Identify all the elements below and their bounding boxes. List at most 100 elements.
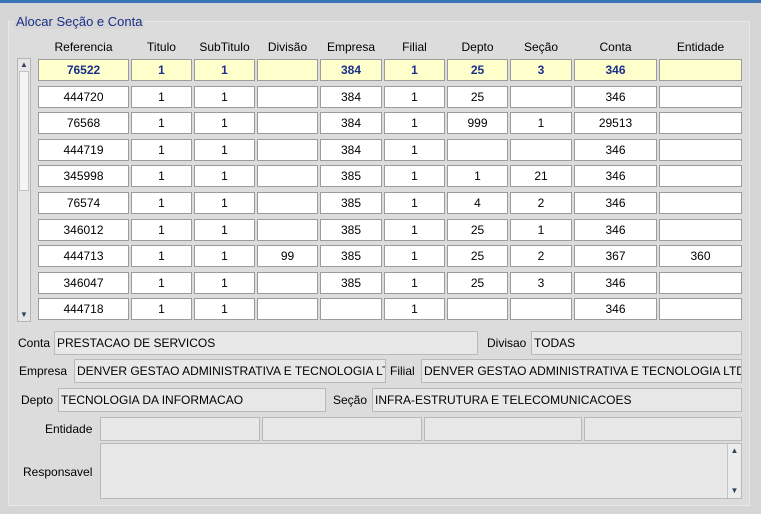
table-cell[interactable]: 1 — [194, 165, 255, 187]
secao-field[interactable]: INFRA-ESTRUTURA E TELECOMUNICACOES — [372, 388, 742, 412]
table-cell[interactable]: 25 — [447, 272, 508, 294]
table-cell[interactable]: 385 — [320, 245, 382, 267]
table-cell[interactable]: 385 — [320, 272, 382, 294]
table-cell[interactable]: 99 — [257, 245, 318, 267]
table-cell[interactable] — [257, 165, 318, 187]
scroll-up-icon[interactable]: ▲ — [18, 59, 30, 71]
table-cell[interactable]: 1 — [131, 192, 192, 214]
table-cell[interactable] — [659, 272, 742, 294]
table-cell[interactable]: 3 — [510, 272, 572, 294]
table-cell[interactable] — [510, 139, 572, 161]
table-cell[interactable]: 1 — [131, 245, 192, 267]
table-cell[interactable]: 346012 — [38, 219, 129, 241]
table-cell[interactable] — [510, 86, 572, 108]
table-cell[interactable]: 360 — [659, 245, 742, 267]
table-cell[interactable]: 1 — [194, 112, 255, 134]
table-cell[interactable] — [659, 139, 742, 161]
divisao-field[interactable]: TODAS — [531, 331, 742, 355]
scroll-down-icon[interactable]: ▼ — [728, 485, 741, 497]
table-cell[interactable] — [257, 139, 318, 161]
table-cell[interactable] — [257, 192, 318, 214]
table-cell[interactable]: 1 — [510, 112, 572, 134]
table-cell[interactable]: 346 — [574, 139, 657, 161]
table-cell[interactable]: 1 — [194, 219, 255, 241]
table-cell[interactable]: 1 — [131, 112, 192, 134]
table-cell[interactable]: 3 — [510, 59, 572, 81]
table-cell[interactable]: 385 — [320, 219, 382, 241]
table-cell[interactable]: 384 — [320, 59, 382, 81]
table-cell[interactable] — [659, 165, 742, 187]
table-cell[interactable]: 385 — [320, 192, 382, 214]
table-cell[interactable] — [257, 219, 318, 241]
table-cell[interactable]: 367 — [574, 245, 657, 267]
responsavel-textarea[interactable]: ▲ ▼ — [100, 443, 742, 499]
table-cell[interactable]: 1 — [131, 165, 192, 187]
table-cell[interactable]: 346 — [574, 59, 657, 81]
table-cell[interactable]: 1 — [384, 298, 445, 320]
table-cell[interactable]: 346047 — [38, 272, 129, 294]
table-cell[interactable]: 29513 — [574, 112, 657, 134]
table-cell[interactable] — [257, 298, 318, 320]
table-cell[interactable]: 25 — [447, 86, 508, 108]
table-cell[interactable]: 1 — [384, 165, 445, 187]
table-cell[interactable]: 1 — [194, 59, 255, 81]
entidade-field-4[interactable] — [584, 417, 742, 441]
table-cell[interactable]: 1 — [194, 192, 255, 214]
table-cell[interactable]: 1 — [194, 272, 255, 294]
scroll-down-icon[interactable]: ▼ — [18, 309, 30, 321]
table-cell[interactable] — [659, 112, 742, 134]
table-cell[interactable]: 1 — [131, 298, 192, 320]
table-cell[interactable]: 444720 — [38, 86, 129, 108]
table-cell[interactable]: 444719 — [38, 139, 129, 161]
table-cell[interactable]: 346 — [574, 272, 657, 294]
table-cell[interactable]: 1 — [194, 298, 255, 320]
table-cell[interactable]: 1 — [131, 272, 192, 294]
table-cell[interactable]: 1 — [131, 219, 192, 241]
table-cell[interactable]: 76574 — [38, 192, 129, 214]
table-cell[interactable] — [659, 86, 742, 108]
entidade-field-1[interactable] — [100, 417, 260, 441]
scroll-thumb[interactable] — [19, 71, 29, 191]
table-cell[interactable]: 346 — [574, 192, 657, 214]
table-cell[interactable]: 1 — [384, 139, 445, 161]
table-cell[interactable]: 999 — [447, 112, 508, 134]
table-cell[interactable] — [447, 139, 508, 161]
table-cell[interactable]: 1 — [131, 139, 192, 161]
table-cell[interactable] — [659, 192, 742, 214]
table-cell[interactable]: 1 — [384, 112, 445, 134]
table-cell[interactable] — [447, 298, 508, 320]
table-cell[interactable] — [659, 298, 742, 320]
table-cell[interactable]: 1 — [447, 165, 508, 187]
table-cell[interactable] — [320, 298, 382, 320]
table-cell[interactable] — [659, 59, 742, 81]
table-cell[interactable]: 384 — [320, 86, 382, 108]
table-cell[interactable]: 1 — [384, 245, 445, 267]
table-cell[interactable] — [257, 59, 318, 81]
table-cell[interactable]: 1 — [194, 245, 255, 267]
table-cell[interactable] — [257, 272, 318, 294]
table-cell[interactable]: 346 — [574, 86, 657, 108]
table-cell[interactable]: 2 — [510, 245, 572, 267]
table-cell[interactable]: 346 — [574, 165, 657, 187]
table-cell[interactable]: 1 — [384, 59, 445, 81]
table-cell[interactable]: 25 — [447, 59, 508, 81]
table-cell[interactable]: 21 — [510, 165, 572, 187]
table-cell[interactable]: 1 — [384, 192, 445, 214]
table-cell[interactable]: 1 — [131, 86, 192, 108]
table-cell[interactable]: 444718 — [38, 298, 129, 320]
entidade-field-3[interactable] — [424, 417, 582, 441]
table-cell[interactable]: 1 — [510, 219, 572, 241]
table-cell[interactable]: 345998 — [38, 165, 129, 187]
table-cell[interactable] — [510, 298, 572, 320]
table-cell[interactable]: 1 — [384, 272, 445, 294]
table-cell[interactable]: 1 — [384, 219, 445, 241]
empresa-field[interactable]: DENVER GESTAO ADMINISTRATIVA E TECNOLOGI… — [74, 359, 386, 383]
table-cell[interactable]: 444713 — [38, 245, 129, 267]
table-cell[interactable]: 76522 — [38, 59, 129, 81]
table-cell[interactable] — [659, 219, 742, 241]
table-cell[interactable]: 385 — [320, 165, 382, 187]
table-cell[interactable]: 384 — [320, 139, 382, 161]
entidade-field-2[interactable] — [262, 417, 422, 441]
table-scrollbar[interactable]: ▲ ▼ — [17, 58, 31, 322]
table-cell[interactable]: 25 — [447, 245, 508, 267]
